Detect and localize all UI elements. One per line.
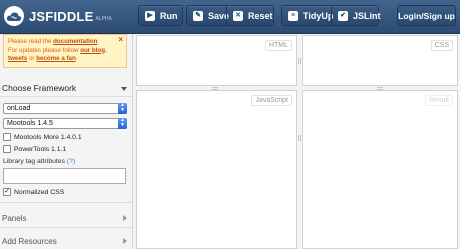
load-type-select[interactable]: onLoad ▲ ▼ [3,103,127,114]
play-icon: ▶ [145,10,155,21]
tidyup-label: TidyUp [303,10,334,21]
javascript-panel-label: JavaScript [251,95,292,106]
panels-title[interactable]: Panels [2,214,26,223]
css-editor[interactable]: CSS [302,35,458,86]
run-label: Run [160,10,178,21]
resize-handle[interactable] [377,89,383,90]
logo[interactable]: JSFIDDLE ALPHA [4,5,112,27]
html-panel-label: HTML [264,40,292,51]
chevron-right-icon[interactable] [123,215,127,221]
framework-value: Mootools 1.4.5 [7,120,53,127]
toolbar-divider [331,6,332,25]
toolbar-divider [226,6,227,25]
resize-handle[interactable] [300,58,301,64]
select-arrows-icon: ▲ ▼ [118,118,127,129]
resize-handle[interactable] [377,87,383,88]
result-panel-label: Result [425,95,453,106]
powertools-checkbox[interactable] [3,145,11,153]
top-bar: JSFIDDLE ALPHA ▶ Run ✎ Save ✕ Reset ≡ Ti… [0,0,460,34]
notice-text: . [97,38,100,45]
close-icon[interactable]: × [118,35,123,45]
jslint-label: JSLint [353,10,381,21]
resize-handle[interactable] [298,58,299,64]
divider [0,227,132,228]
fan-link[interactable]: become a fan [36,55,76,62]
select-arrows-icon: ▲ ▼ [118,103,127,114]
library-attributes-label: Library tag attributes (?) [3,158,75,165]
mootools-more-option[interactable]: Mootools More 1.4.0.1 [3,133,82,141]
resize-handle[interactable] [300,135,301,141]
javascript-editor[interactable]: JavaScript [136,90,297,249]
brackets-icon: ≡ [288,10,298,21]
powertools-label: PowerTools 1.1.1 [14,145,67,153]
documentation-notice: × Please read the documentation. For upd… [3,34,127,68]
brand-name: JSFIDDLE [29,8,94,24]
resize-handle[interactable] [298,135,299,141]
chevron-down-icon[interactable] [121,87,127,91]
result-panel[interactable]: Result [302,90,458,249]
framework-select[interactable]: Mootools 1.4.5 ▲ ▼ [3,118,127,129]
notice-text: , [104,46,107,54]
load-type-value: onLoad [7,105,31,112]
blog-link[interactable]: our blog [80,47,105,54]
library-attributes-text: Library tag attributes [3,158,65,165]
reset-label: Reset [248,10,273,21]
add-resources-title[interactable]: Add Resources [2,237,57,246]
normalized-css-label: Normalized CSS [14,188,65,196]
checkmark-icon: ✔ [338,10,348,21]
normalized-css-checkbox[interactable]: ✓ [3,188,11,196]
mootools-more-label: Mootools More 1.4.0.1 [14,133,82,141]
resize-handle[interactable] [212,89,218,90]
notice-text: . [75,55,78,62]
login-signup-button[interactable]: Login/Sign up [397,5,456,26]
help-link[interactable]: (?) [67,158,75,165]
notice-text: Please read the [8,38,54,45]
css-panel-label: CSS [430,40,453,51]
brand-tag: ALPHA [95,16,112,22]
chevron-right-icon[interactable] [123,238,127,244]
mootools-more-checkbox[interactable] [3,133,11,141]
reset-button[interactable]: ✕ Reset [229,6,277,25]
tidyup-button[interactable]: ≡ TidyUp [284,6,337,25]
divider [0,96,132,97]
x-icon: ✕ [233,10,243,21]
run-button[interactable]: ▶ Run [141,6,182,25]
notice-text: or [27,55,37,62]
divider [0,202,132,203]
html-editor[interactable]: HTML [136,35,297,86]
choose-framework-title[interactable]: Choose Framework [2,83,76,93]
pencil-icon: ✎ [193,10,203,21]
normalized-css-option[interactable]: ✓ Normalized CSS [3,188,64,196]
tweets-link[interactable]: tweets [8,55,27,62]
sidebar: × Please read the documentation. For upd… [0,34,133,249]
documentation-link[interactable]: documentation [53,38,97,45]
notice-text: For updates please follow [8,46,81,54]
powertools-option[interactable]: PowerTools 1.1.1 [3,145,66,153]
library-attributes-input[interactable] [3,168,126,184]
jslint-button[interactable]: ✔ JSLint [334,6,385,25]
resize-handle[interactable] [212,87,218,88]
cloud-icon [4,6,24,26]
